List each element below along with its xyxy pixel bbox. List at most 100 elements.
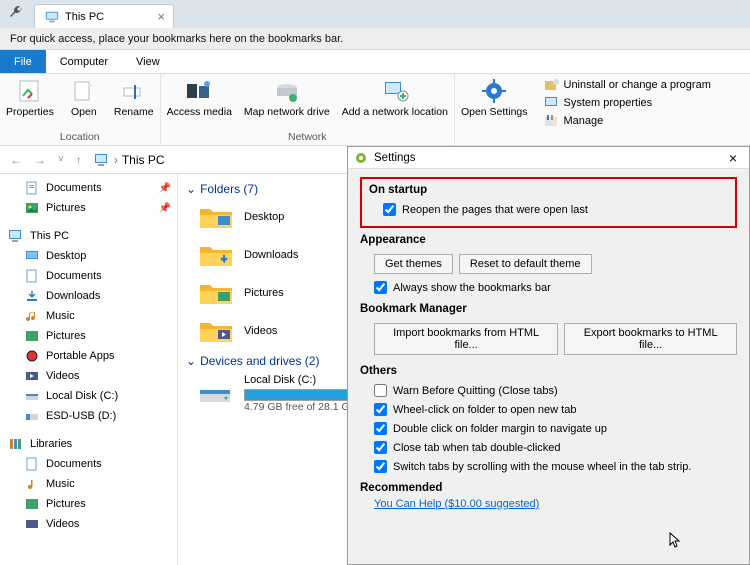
ribbon-rename[interactable]: Rename: [108, 74, 160, 129]
pictures-icon: [24, 497, 40, 511]
ribbon-uninstall[interactable]: Uninstall or change a program: [538, 76, 717, 94]
appearance-heading: Appearance: [360, 234, 737, 246]
pictures-icon: [24, 329, 40, 343]
startup-heading: On startup: [369, 184, 727, 196]
export-bookmarks-button[interactable]: Export bookmarks to HTML file...: [564, 323, 737, 355]
uninstall-icon: [544, 78, 560, 92]
pictures-icon: [24, 201, 40, 215]
ribbon-access-media[interactable]: Access media: [161, 74, 238, 129]
folder-icon: [198, 316, 234, 346]
cursor-icon: [669, 532, 681, 548]
ribbon-sysprops[interactable]: System properties: [538, 94, 717, 112]
tab-title: This PC: [65, 11, 104, 23]
music-icon: [24, 477, 40, 491]
tree-music[interactable]: Music: [0, 306, 177, 326]
pin-icon: 📌: [159, 203, 171, 214]
ribbon: Properties Open Rename Location Access m…: [0, 74, 750, 146]
show-bookmarks-checkbox[interactable]: Always show the bookmarks bar: [360, 278, 737, 297]
wheel-newtab-checkbox[interactable]: Wheel-click on folder to open new tab: [360, 400, 737, 419]
ribbon-open-settings[interactable]: Open Settings: [455, 74, 534, 132]
nav-history-icon[interactable]: ˅: [54, 154, 68, 165]
dbl-margin-checkbox[interactable]: Double click on folder margin to navigat…: [360, 419, 737, 438]
nav-up-icon[interactable]: ↑: [72, 153, 86, 167]
ribbon-manage[interactable]: Manage: [538, 112, 717, 130]
drive-icon: [198, 380, 234, 408]
monitor-icon: [45, 10, 59, 24]
import-bookmarks-button[interactable]: Import bookmarks from HTML file...: [374, 323, 558, 355]
reset-theme-button[interactable]: Reset to default theme: [459, 254, 592, 274]
desktop-icon: [24, 249, 40, 263]
bookmarks-bar-hint: For quick access, place your bookmarks h…: [0, 28, 750, 50]
map-drive-icon: [273, 77, 301, 105]
tree-lib-documents[interactable]: Documents: [0, 454, 177, 474]
settings-window: Settings × On startup Reopen the pages t…: [347, 146, 750, 565]
document-icon: [24, 269, 40, 283]
settings-gear-icon: [354, 151, 368, 165]
tree-documents[interactable]: Documents: [0, 266, 177, 286]
downloads-icon: [24, 289, 40, 303]
tree-downloads[interactable]: Downloads: [0, 286, 177, 306]
nav-tree: Documents📌 Pictures📌 This PC Desktop Doc…: [0, 174, 178, 565]
folder-icon: [198, 202, 234, 232]
ribbon-tab-view[interactable]: View: [122, 50, 174, 73]
videos-icon: [24, 517, 40, 531]
get-themes-button[interactable]: Get themes: [374, 254, 453, 274]
startup-highlight: On startup Reopen the pages that were op…: [360, 177, 737, 228]
ribbon-properties[interactable]: Properties: [0, 74, 60, 129]
rename-icon: [120, 77, 148, 105]
bookmark-manager-heading: Bookmark Manager: [360, 303, 737, 315]
gear-icon: [480, 77, 508, 105]
ribbon-tab-file[interactable]: File: [0, 50, 46, 73]
document-icon: [24, 457, 40, 471]
ribbon-map-drive[interactable]: Map network drive: [238, 74, 336, 129]
tree-videos[interactable]: Videos: [0, 366, 177, 386]
tab-close-icon[interactable]: ×: [157, 9, 165, 24]
folder-icon: [198, 278, 234, 308]
tree-local-disk[interactable]: Local Disk (C:): [0, 386, 177, 406]
tree-esd-usb[interactable]: ESD-USB (D:): [0, 406, 177, 426]
browser-tab[interactable]: This PC ×: [34, 4, 174, 28]
switch-scroll-checkbox[interactable]: Switch tabs by scrolling with the mouse …: [360, 457, 737, 476]
others-heading: Others: [360, 365, 737, 377]
tree-lib-pictures[interactable]: Pictures: [0, 494, 177, 514]
app-menu-icon[interactable]: [8, 4, 24, 20]
close-icon[interactable]: ×: [723, 150, 743, 166]
help-link[interactable]: You Can Help ($10.00 suggested): [360, 498, 737, 510]
tree-lib-videos[interactable]: Videos: [0, 514, 177, 534]
add-location-icon: [381, 77, 409, 105]
ribbon-tabs: File Computer View: [0, 50, 750, 74]
folder-icon: [198, 240, 234, 270]
tree-pictures[interactable]: Pictures📌: [0, 198, 177, 218]
tree-this-pc[interactable]: This PC: [0, 226, 177, 246]
pin-icon: 📌: [159, 183, 171, 194]
music-icon: [24, 309, 40, 323]
open-icon: [70, 77, 98, 105]
close-dbl-checkbox[interactable]: Close tab when tab double-clicked: [360, 438, 737, 457]
ribbon-tab-computer[interactable]: Computer: [46, 50, 122, 73]
tree-desktop[interactable]: Desktop: [0, 246, 177, 266]
settings-title: Settings: [374, 152, 416, 164]
reopen-pages-checkbox[interactable]: Reopen the pages that were open last: [369, 200, 727, 219]
tree-documents[interactable]: Documents📌: [0, 178, 177, 198]
nav-fwd-icon[interactable]: →: [30, 153, 50, 167]
recommended-heading: Recommended: [360, 482, 737, 494]
breadcrumb[interactable]: This PC: [122, 153, 165, 167]
chevron-down-icon: ⌄: [186, 182, 196, 196]
libraries-icon: [8, 437, 24, 451]
monitor-small-icon: [544, 96, 560, 110]
monitor-icon: [8, 229, 24, 243]
nav-back-icon[interactable]: ←: [6, 153, 26, 167]
ribbon-open[interactable]: Open: [60, 74, 108, 129]
tree-libraries[interactable]: Libraries: [0, 434, 177, 454]
apps-icon: [24, 349, 40, 363]
ribbon-add-location[interactable]: Add a network location: [336, 74, 454, 129]
media-icon: [185, 77, 213, 105]
tree-lib-music[interactable]: Music: [0, 474, 177, 494]
tree-pictures[interactable]: Pictures: [0, 326, 177, 346]
warn-quit-checkbox[interactable]: Warn Before Quitting (Close tabs): [360, 381, 737, 400]
chevron-down-icon: ⌄: [186, 354, 196, 368]
monitor-icon: [94, 153, 110, 167]
browser-tabbar: This PC ×: [0, 0, 750, 28]
properties-icon: [16, 77, 44, 105]
tree-portable-apps[interactable]: Portable Apps: [0, 346, 177, 366]
